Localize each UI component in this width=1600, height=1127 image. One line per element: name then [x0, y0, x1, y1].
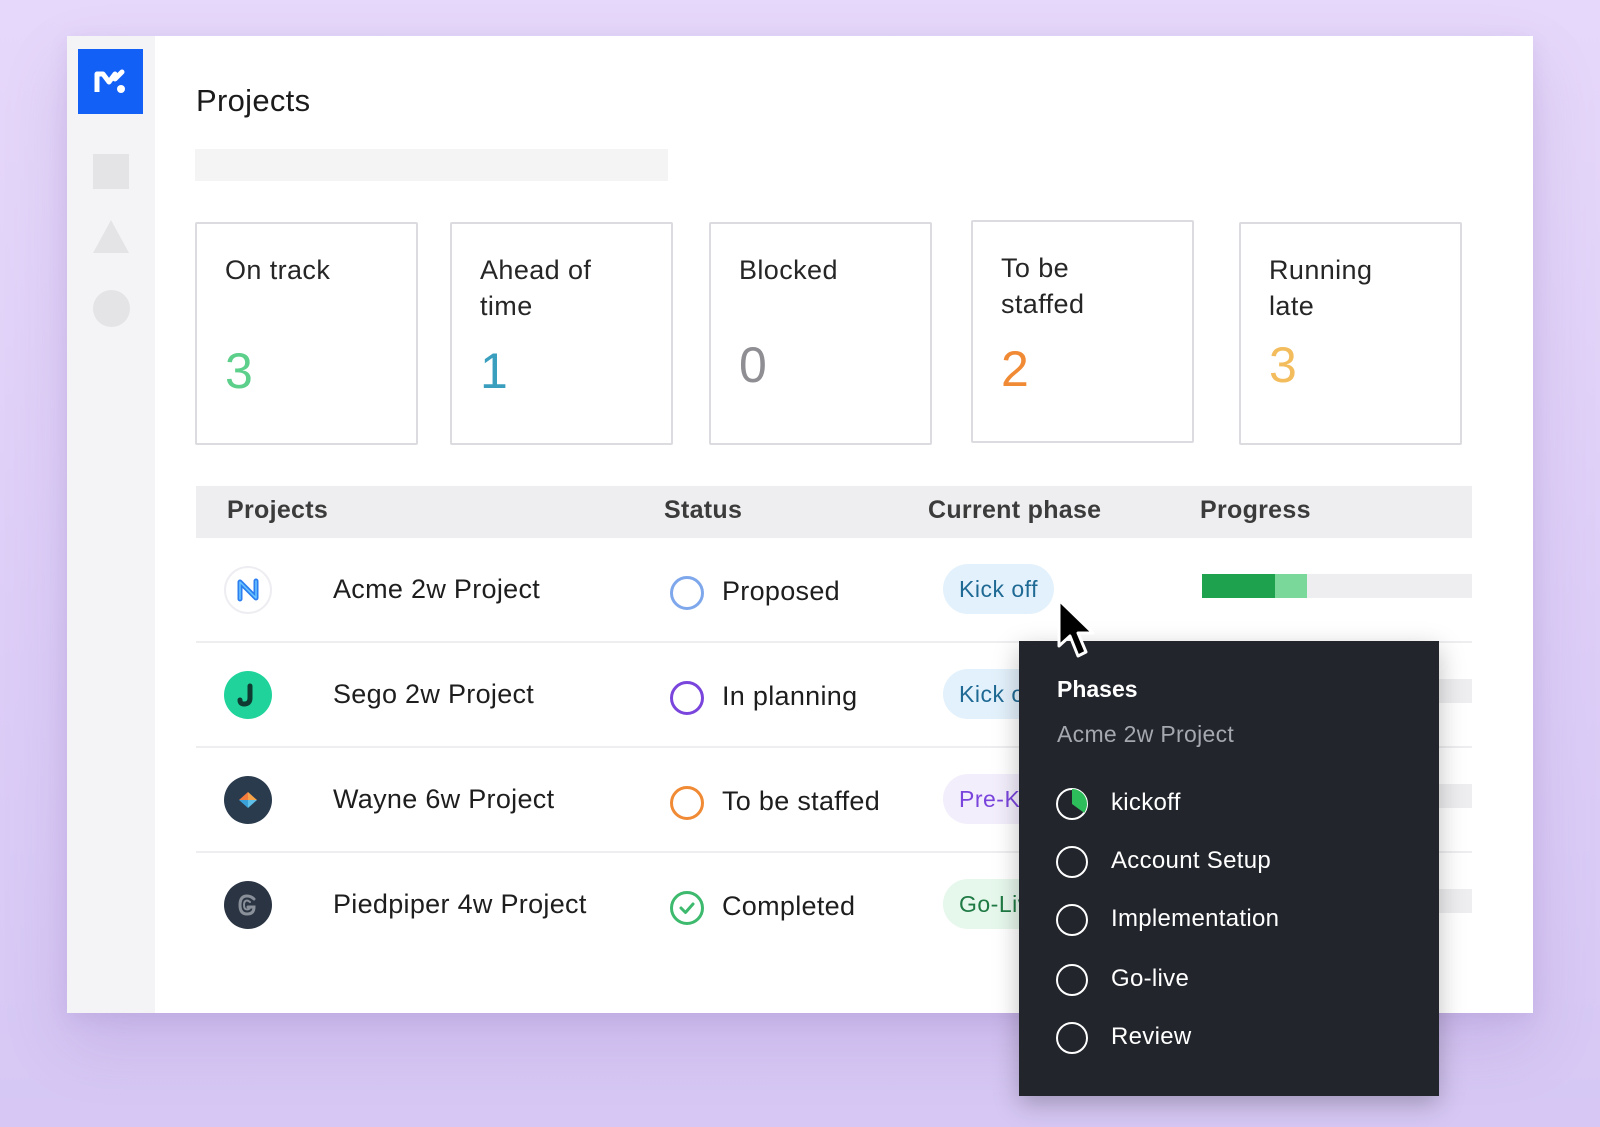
- phase-label: Account Setup: [1111, 847, 1272, 874]
- card-label: To be staffed: [1001, 253, 1085, 319]
- summary-card-on-track[interactable]: On track 3: [195, 222, 418, 445]
- project-avatar-sego: [224, 671, 272, 719]
- project-avatar-piedpiper: [224, 881, 272, 929]
- card-label: Running late: [1269, 255, 1373, 321]
- status-in-planning-icon: [670, 681, 704, 715]
- card-label: Blocked: [739, 255, 838, 285]
- status-label: To be staffed: [722, 786, 881, 816]
- status-label: In planning: [722, 681, 858, 711]
- status-label: Proposed: [722, 576, 840, 606]
- phase-item-review[interactable]: Review: [1055, 1021, 1415, 1055]
- phase-item-go-live[interactable]: Go-live: [1055, 963, 1415, 997]
- nav-circle-icon[interactable]: [93, 290, 130, 327]
- popover-title: Phases: [1057, 676, 1138, 702]
- table-header: Projects Status Current phase Progress: [196, 486, 1472, 538]
- phase-empty-circle-icon: [1056, 846, 1088, 878]
- page-title: Projects: [196, 83, 311, 118]
- brand-logo-icon[interactable]: [78, 49, 143, 114]
- popover-subtitle: Acme 2w Project: [1057, 721, 1235, 747]
- phase-label: Implementation: [1111, 905, 1280, 932]
- nav-square-icon[interactable]: [93, 154, 129, 189]
- card-label: On track: [225, 255, 331, 285]
- card-value: 2: [1001, 341, 1029, 397]
- phase-empty-circle-icon: [1056, 964, 1088, 996]
- summary-card-ahead-of-time[interactable]: Ahead of time 1: [450, 222, 673, 445]
- nav-triangle-icon[interactable]: [93, 220, 129, 253]
- status-to-be-staffed-icon: [670, 786, 704, 820]
- column-header-progress[interactable]: Progress: [1200, 496, 1311, 525]
- status-completed-icon: [670, 891, 704, 925]
- card-value: 3: [225, 343, 253, 399]
- project-avatar-wayne: [224, 776, 272, 824]
- summary-card-running-late[interactable]: Running late 3: [1239, 222, 1462, 445]
- phase-progress-pie-icon: [1056, 788, 1088, 820]
- project-avatar-acme: [224, 566, 272, 614]
- phase-empty-circle-icon: [1056, 1022, 1088, 1054]
- search-bar[interactable]: [195, 149, 668, 181]
- phase-item-account-setup[interactable]: Account Setup: [1055, 845, 1415, 879]
- progress-fill-dark: [1202, 574, 1275, 598]
- phase-label: Review: [1111, 1023, 1192, 1050]
- card-label: Ahead of time: [480, 255, 592, 321]
- project-name[interactable]: Sego 2w Project: [333, 679, 534, 710]
- project-name[interactable]: Piedpiper 4w Project: [333, 889, 587, 920]
- project-name[interactable]: Wayne 6w Project: [333, 784, 554, 815]
- table-row[interactable]: Acme 2w Project Proposed Kick off: [196, 538, 1472, 643]
- summary-card-blocked[interactable]: Blocked 0: [709, 222, 932, 445]
- card-value: 3: [1269, 337, 1297, 393]
- column-header-current-phase[interactable]: Current phase: [928, 496, 1101, 525]
- column-header-projects[interactable]: Projects: [227, 496, 328, 525]
- phases-popover: Phases Acme 2w Project kickoff Account S…: [1019, 641, 1439, 1096]
- phase-label: kickoff: [1111, 789, 1181, 816]
- sidebar: [67, 36, 155, 1013]
- phase-pill[interactable]: Kick off: [943, 564, 1054, 614]
- phase-item-kickoff[interactable]: kickoff: [1055, 787, 1415, 821]
- progress-bar: [1202, 574, 1472, 598]
- column-header-status[interactable]: Status: [664, 496, 742, 525]
- phase-label: Go-live: [1111, 965, 1190, 992]
- mouse-pointer-icon: [1057, 598, 1095, 658]
- card-value: 0: [739, 337, 767, 393]
- project-name[interactable]: Acme 2w Project: [333, 574, 540, 605]
- card-value: 1: [480, 343, 508, 399]
- status-label: Completed: [722, 891, 856, 921]
- status-proposed-icon: [670, 576, 704, 610]
- phase-empty-circle-icon: [1056, 904, 1088, 936]
- phase-item-implementation[interactable]: Implementation: [1055, 903, 1415, 937]
- summary-card-to-be-staffed[interactable]: To be staffed 2: [971, 220, 1194, 443]
